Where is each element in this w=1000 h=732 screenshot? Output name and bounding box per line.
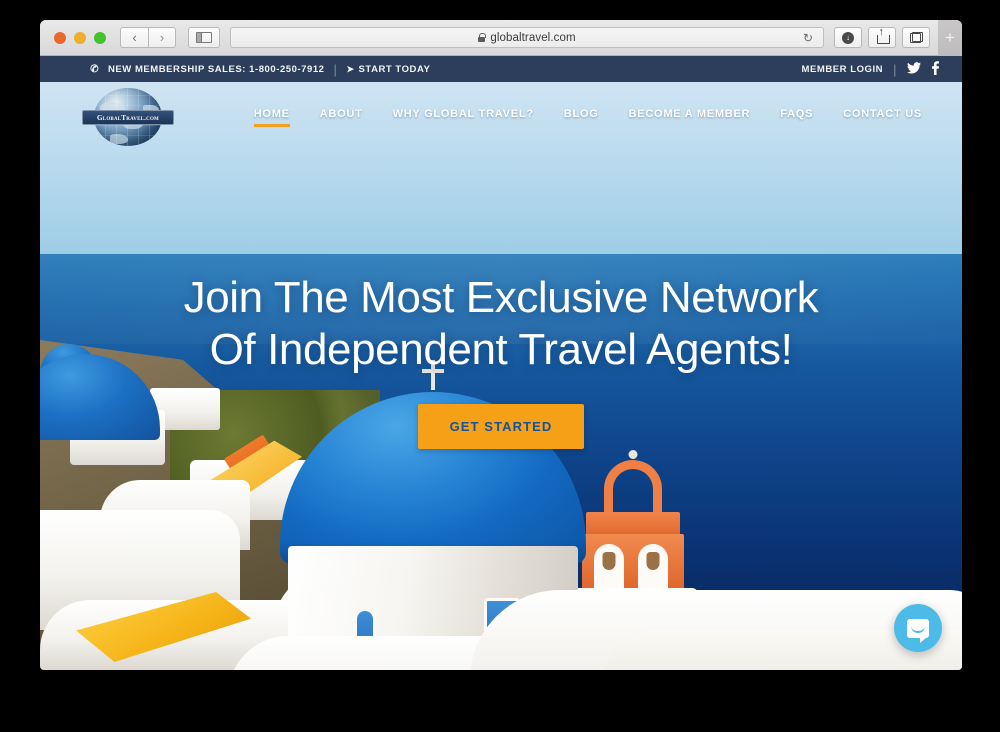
chat-widget-button[interactable] xyxy=(894,604,942,652)
sidebar-icon xyxy=(196,32,212,43)
bell-tower-finial xyxy=(628,450,638,459)
utility-bar-left: ✆ NEW MEMBERSHIP SALES: 1-800-250-7912 |… xyxy=(89,61,430,77)
start-today-label: START TODAY xyxy=(358,63,431,75)
maximize-window-button[interactable] xyxy=(94,31,106,44)
sales-phone-text[interactable]: NEW MEMBERSHIP SALES: 1-800-250-7912 xyxy=(108,64,325,75)
nav-item-about[interactable]: ABOUT xyxy=(320,108,363,127)
utility-divider-right: | xyxy=(893,61,897,77)
address-bar[interactable]: globaltravel.com ↻ xyxy=(230,27,824,48)
browser-navigation-buttons: ‹ › xyxy=(120,27,176,48)
hero-copy: Join The Most Exclusive Network Of Indep… xyxy=(40,272,962,449)
site-logo[interactable]: GlobalTravel.com xyxy=(82,86,174,148)
chevron-left-icon: ‹ xyxy=(132,30,137,45)
bell-right xyxy=(646,552,660,570)
bell-tower-top-arch xyxy=(604,460,662,516)
chat-smile-icon xyxy=(911,626,925,633)
logo-text: GlobalTravel.com xyxy=(82,110,174,125)
nav-item-why-global-travel[interactable]: WHY GLOBAL TRAVEL? xyxy=(393,108,534,127)
tabs-icon xyxy=(909,32,923,43)
hero-headline-line1: Join The Most Exclusive Network xyxy=(183,273,819,322)
arrow-right-icon: ➤ xyxy=(346,63,355,74)
bell-tower-arch-left xyxy=(594,544,624,592)
phone-icon: ✆ xyxy=(89,62,100,76)
minimize-window-button[interactable] xyxy=(74,31,86,44)
browser-toolbar: ‹ › globaltravel.com ↻ ↓ ↑ + xyxy=(40,20,962,56)
forward-button[interactable]: › xyxy=(148,27,176,48)
download-icon: ↓ xyxy=(842,31,854,44)
site-utility-bar: ✆ NEW MEMBERSHIP SALES: 1-800-250-7912 |… xyxy=(40,56,962,82)
browser-window: ‹ › globaltravel.com ↻ ↓ ↑ + ✆ NEW MEMBE… xyxy=(40,20,962,670)
url-text: globaltravel.com xyxy=(490,31,576,44)
sidebar-toggle-button[interactable] xyxy=(188,27,220,48)
nav-item-faqs[interactable]: FAQS xyxy=(780,108,813,127)
new-tab-button[interactable]: + xyxy=(938,20,962,56)
main-navigation: HOME ABOUT WHY GLOBAL TRAVEL? BLOG BECOM… xyxy=(253,108,928,127)
nav-item-home[interactable]: HOME xyxy=(253,108,290,127)
member-login-link[interactable]: MEMBER LOGIN xyxy=(802,64,884,75)
chat-bubble-icon xyxy=(907,618,929,643)
plus-icon: + xyxy=(945,27,955,47)
share-button[interactable] xyxy=(868,27,896,48)
utility-bar-right: MEMBER LOGIN | xyxy=(802,60,940,78)
utility-divider-left: | xyxy=(333,61,338,77)
tab-overview-button[interactable] xyxy=(902,27,930,48)
downloads-button[interactable]: ↓ xyxy=(834,27,862,48)
start-today-link[interactable]: ➤ START TODAY xyxy=(346,64,430,75)
window-controls xyxy=(54,31,106,44)
back-button[interactable]: ‹ xyxy=(120,27,148,48)
nav-item-contact-us[interactable]: CONTACT US xyxy=(843,108,922,127)
reload-icon[interactable]: ↻ xyxy=(803,31,813,45)
facebook-icon[interactable] xyxy=(931,60,940,78)
address-bar-container: globaltravel.com ↻ xyxy=(220,27,834,48)
bell-tower-arch-right xyxy=(638,544,668,592)
chevron-right-icon: › xyxy=(159,30,165,45)
lock-icon xyxy=(478,33,487,42)
bell-left xyxy=(602,552,616,570)
site-header: GlobalTravel.com HOME ABOUT WHY GLOBAL T… xyxy=(40,82,962,152)
twitter-icon[interactable] xyxy=(907,61,921,77)
nav-item-become-a-member[interactable]: BECOME A MEMBER xyxy=(629,108,751,127)
close-window-button[interactable] xyxy=(54,31,66,44)
get-started-button[interactable]: GET STARTED xyxy=(417,403,585,449)
browser-toolbar-actions: ↓ + xyxy=(834,20,962,56)
hero-section: GlobalTravel.com HOME ABOUT WHY GLOBAL T… xyxy=(40,82,962,670)
share-icon xyxy=(876,27,890,44)
nav-item-blog[interactable]: BLOG xyxy=(564,108,599,127)
hero-headline-line2: Of Independent Travel Agents! xyxy=(209,324,793,374)
